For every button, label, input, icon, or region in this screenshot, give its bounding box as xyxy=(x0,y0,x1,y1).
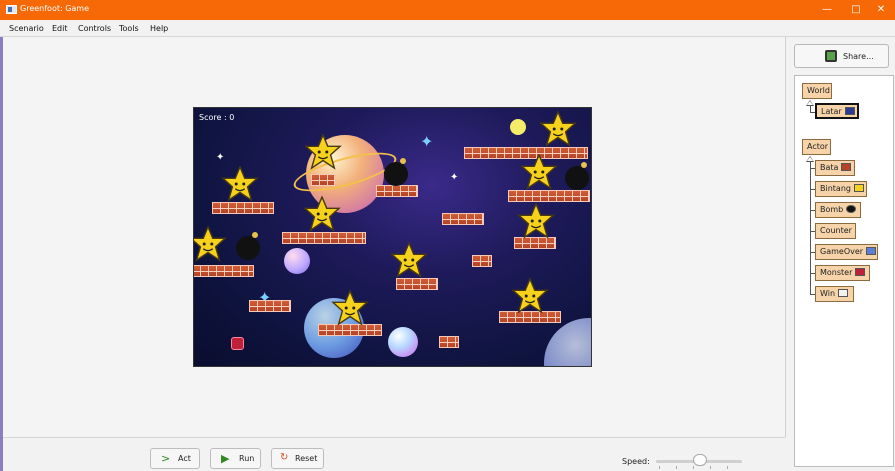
monster-icon xyxy=(855,268,866,276)
menu-tools[interactable]: Tools xyxy=(119,24,139,33)
bintang-star xyxy=(511,278,549,314)
bata-brick xyxy=(249,300,291,312)
class-actor-label: Actor xyxy=(807,142,829,151)
class-diagram: World Latar Actor Bata Bintang Bomb Coun… xyxy=(794,75,894,467)
bata-brick xyxy=(311,174,335,186)
bata-brick xyxy=(194,265,254,277)
menu-bar: Scenario Edit Controls Tools Help xyxy=(0,20,895,37)
class-monster[interactable]: Monster xyxy=(815,265,870,281)
bata-brick xyxy=(282,232,366,244)
menu-scenario[interactable]: Scenario xyxy=(9,24,44,33)
close-icon[interactable]: ✕ xyxy=(867,0,895,20)
maximize-icon[interactable]: □ xyxy=(842,0,870,20)
class-latar-label: Latar xyxy=(821,107,842,116)
title-bar: Greenfoot: Game — □ ✕ xyxy=(0,0,895,20)
class-win[interactable]: Win xyxy=(815,286,854,302)
class-gameover[interactable]: GameOver xyxy=(815,244,878,260)
class-actor[interactable]: Actor xyxy=(802,139,831,155)
act-label: Act xyxy=(178,454,191,463)
speed-label: Speed: xyxy=(622,457,650,466)
bintang-star xyxy=(194,226,227,262)
slider-tick xyxy=(676,466,677,469)
class-panel: Share... World Latar Actor Bata Bintang … xyxy=(786,37,895,471)
share-button[interactable]: Share... xyxy=(794,44,889,68)
score-counter: Score : 0 xyxy=(199,113,235,122)
bata-brick xyxy=(396,278,438,290)
class-monster-label: Monster xyxy=(820,268,853,277)
step-arrow-icon: > xyxy=(161,452,171,465)
bintang-star xyxy=(304,134,342,170)
menu-edit[interactable]: Edit xyxy=(52,24,68,33)
app-icon xyxy=(6,5,17,14)
bintang-star xyxy=(390,242,428,278)
speed-slider-thumb[interactable] xyxy=(693,454,707,466)
latar-thumbnail-icon xyxy=(844,107,855,115)
planet-corner xyxy=(544,318,591,366)
sparkle-icon: ✦ xyxy=(450,172,459,183)
bata-brick xyxy=(508,190,590,202)
planet-bubble xyxy=(388,327,418,357)
run-button[interactable]: ▶ Run xyxy=(210,448,261,469)
class-world-label: World xyxy=(807,86,830,95)
class-counter-label: Counter xyxy=(820,226,852,235)
share-icon xyxy=(825,50,837,62)
bintang-star xyxy=(303,196,341,232)
bomb xyxy=(236,232,260,260)
class-bata[interactable]: Bata xyxy=(815,160,855,176)
class-bomb-label: Bomb xyxy=(820,205,844,214)
class-bintang-label: Bintang xyxy=(820,184,851,193)
moon xyxy=(510,119,526,135)
bata-brick xyxy=(442,213,484,225)
brick-icon xyxy=(841,163,852,171)
slider-tick xyxy=(710,466,711,469)
monster xyxy=(231,337,244,350)
win-thumbnail-icon xyxy=(838,289,849,297)
world-canvas[interactable]: Score : 0 ✦ ✦ ✦ ✦ xyxy=(193,107,592,367)
reset-label: Reset xyxy=(295,454,318,463)
sparkle-icon: ✦ xyxy=(420,132,434,151)
class-counter[interactable]: Counter xyxy=(815,223,856,239)
class-world[interactable]: World xyxy=(802,83,832,99)
class-bintang[interactable]: Bintang xyxy=(815,181,867,197)
class-bata-label: Bata xyxy=(820,163,839,172)
minimize-icon[interactable]: — xyxy=(813,0,841,20)
class-gameover-label: GameOver xyxy=(820,247,864,256)
menu-help[interactable]: Help xyxy=(150,24,168,33)
reset-button[interactable]: ↻ Reset xyxy=(271,448,324,469)
bintang-star xyxy=(517,203,555,239)
share-label: Share... xyxy=(843,52,874,61)
control-bar: > Act ▶ Run ↻ Reset Speed: xyxy=(3,437,786,471)
reset-icon: ↻ xyxy=(280,452,289,463)
bomb xyxy=(565,162,589,190)
planet-small xyxy=(284,248,310,274)
slider-tick xyxy=(727,466,728,469)
window-title: Greenfoot: Game xyxy=(20,4,90,13)
bomb xyxy=(384,158,408,186)
play-icon: ▶ xyxy=(221,452,230,465)
sparkle-icon: ✦ xyxy=(216,152,225,163)
class-bomb[interactable]: Bomb xyxy=(815,202,861,218)
star-icon xyxy=(853,184,864,192)
bintang-star xyxy=(539,111,577,147)
tree-line xyxy=(810,162,811,294)
bata-brick xyxy=(439,336,459,348)
bomb-icon xyxy=(846,205,857,213)
bata-brick xyxy=(212,202,274,214)
slider-tick xyxy=(693,466,694,469)
run-label: Run xyxy=(239,454,255,463)
bintang-star xyxy=(221,166,259,202)
class-win-label: Win xyxy=(820,289,836,298)
class-latar[interactable]: Latar xyxy=(815,103,859,119)
slider-tick xyxy=(659,466,660,469)
bintang-star xyxy=(331,290,369,326)
act-button[interactable]: > Act xyxy=(150,448,200,469)
bintang-star xyxy=(520,154,558,190)
gameover-thumbnail-icon xyxy=(866,247,877,255)
menu-controls[interactable]: Controls xyxy=(78,24,111,33)
bata-brick xyxy=(376,185,418,197)
bata-brick xyxy=(472,255,492,267)
